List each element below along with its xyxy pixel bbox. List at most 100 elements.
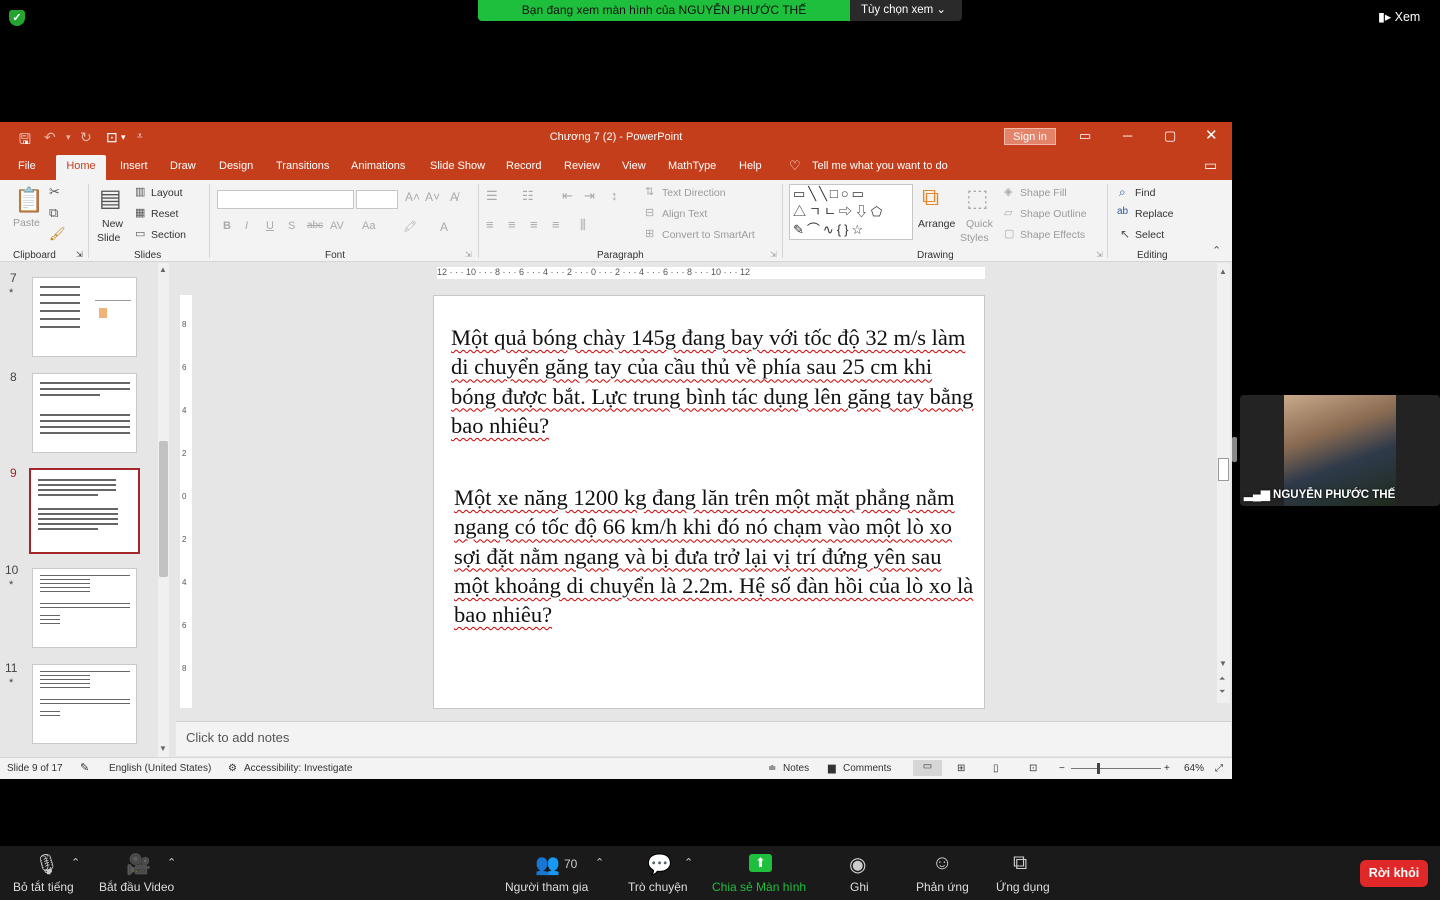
text-direction-button[interactable]: Text Direction bbox=[662, 187, 726, 199]
chat-icon[interactable]: 💬 bbox=[647, 852, 672, 877]
slide-thumbnail-10[interactable] bbox=[32, 568, 137, 648]
spelling-icon[interactable]: ✎ bbox=[80, 761, 89, 774]
highlight-icon[interactable]: 🖍 bbox=[403, 220, 417, 233]
minimize-icon[interactable]: ─ bbox=[1123, 128, 1132, 143]
accessibility-status[interactable]: Accessibility: Investigate bbox=[244, 763, 352, 774]
dialog-launcher-icon[interactable]: ⇲ bbox=[76, 250, 83, 259]
paste-icon[interactable]: 📋 bbox=[14, 186, 44, 215]
decrease-font-icon[interactable]: A˅ bbox=[425, 190, 440, 204]
slide-vertical-scrollbar[interactable]: ▲ ▼ ⏶ ⏷ bbox=[1217, 263, 1230, 703]
select-button[interactable]: Select bbox=[1135, 229, 1164, 241]
previous-slide-icon[interactable]: ⏶ bbox=[1219, 674, 1225, 684]
video-off-icon[interactable]: 🎥 bbox=[126, 852, 151, 877]
character-spacing-icon[interactable]: AV bbox=[330, 220, 344, 232]
numbering-icon[interactable]: ☷ bbox=[522, 188, 534, 204]
reactions-icon[interactable]: ☺ bbox=[932, 852, 952, 875]
columns-icon[interactable]: ⫼ bbox=[580, 217, 586, 233]
view-button[interactable]: ▮▸ Xem bbox=[1378, 9, 1420, 24]
tab-slide-show[interactable]: Slide Show bbox=[430, 160, 485, 172]
paragraph-dialog-launcher-icon[interactable]: ⇲ bbox=[770, 250, 777, 259]
change-case-icon[interactable]: Aa bbox=[362, 220, 375, 232]
ribbon-display-icon[interactable]: ▭ bbox=[1079, 128, 1091, 144]
italic-icon[interactable]: I bbox=[245, 220, 248, 232]
participants-icon[interactable]: 👥 bbox=[535, 852, 560, 877]
bullets-icon[interactable]: ☰ bbox=[486, 188, 498, 204]
chevron-up-icon[interactable]: ⌃ bbox=[71, 856, 80, 869]
scroll-thumb[interactable] bbox=[1218, 458, 1229, 481]
copy-icon[interactable]: ⧉ bbox=[49, 205, 58, 221]
scroll-down-icon[interactable]: ▼ bbox=[1219, 659, 1227, 668]
thumbnails-scrollbar[interactable]: ▲ ▼ bbox=[158, 263, 169, 757]
shapes-gallery[interactable]: ▭╲╲□○▭ △ㄱㄴ⇨⇩⬠ ✎⌒∿{}☆ bbox=[789, 184, 913, 240]
align-left-icon[interactable]: ≡ bbox=[486, 217, 494, 232]
microphone-muted-icon[interactable]: 🎙 bbox=[34, 852, 59, 877]
tab-transitions[interactable]: Transitions bbox=[276, 160, 329, 172]
increase-indent-icon[interactable]: ⇥ bbox=[584, 188, 595, 204]
tab-design[interactable]: Design bbox=[219, 160, 253, 172]
strikethrough-icon[interactable]: abc bbox=[307, 220, 323, 231]
new-slide-label-2[interactable]: Slide bbox=[97, 232, 120, 244]
zoom-slider[interactable] bbox=[1071, 768, 1161, 769]
notes-button[interactable]: Notes bbox=[783, 763, 809, 774]
chevron-up-icon[interactable]: ⌃ bbox=[167, 856, 176, 869]
apps-label[interactable]: Ứng dụng bbox=[996, 880, 1050, 894]
share-screen-icon[interactable]: ⬆ bbox=[749, 854, 772, 872]
comments-button[interactable]: Comments bbox=[843, 763, 891, 774]
new-slide-icon[interactable]: ▤ bbox=[99, 184, 122, 213]
video-label[interactable]: Bắt đầu Video bbox=[99, 880, 174, 894]
quick-styles-label-2[interactable]: Styles bbox=[960, 232, 989, 244]
tab-draw[interactable]: Draw bbox=[170, 160, 196, 172]
align-text-button[interactable]: Align Text bbox=[662, 208, 707, 220]
arrange-icon[interactable]: ⧉ bbox=[922, 184, 939, 212]
slide-show-icon[interactable]: ⊡ bbox=[1029, 763, 1037, 774]
tab-record[interactable]: Record bbox=[506, 160, 541, 172]
question-1-text[interactable]: Một quả bóng chày 145g đang bay với tốc … bbox=[451, 323, 976, 440]
maximize-icon[interactable]: ▢ bbox=[1164, 128, 1176, 144]
tab-view[interactable]: View bbox=[622, 160, 646, 172]
align-right-icon[interactable]: ≡ bbox=[530, 217, 538, 232]
zoom-slider-thumb[interactable] bbox=[1097, 763, 1100, 774]
quick-styles-label[interactable]: Quick bbox=[966, 218, 993, 230]
underline-icon[interactable]: U bbox=[266, 220, 274, 232]
shadow-icon[interactable]: S bbox=[288, 220, 295, 232]
tab-mathtype[interactable]: MathType bbox=[668, 160, 716, 172]
bold-icon[interactable]: B bbox=[223, 220, 231, 232]
language-indicator[interactable]: English (United States) bbox=[109, 763, 211, 774]
increase-font-icon[interactable]: A˄ bbox=[405, 190, 420, 204]
apps-icon[interactable]: ⧉ bbox=[1013, 852, 1027, 875]
view-options-dropdown[interactable]: Tùy chọn xem ⌄ bbox=[850, 0, 962, 21]
format-painter-icon[interactable]: 🖌 bbox=[49, 226, 66, 242]
panel-resize-handle[interactable] bbox=[1232, 437, 1237, 462]
normal-view-icon[interactable]: ▭ bbox=[913, 760, 942, 776]
quick-styles-icon[interactable]: ⬚ bbox=[966, 184, 989, 213]
close-icon[interactable]: ✕ bbox=[1205, 126, 1218, 144]
notes-pane[interactable]: Click to add notes bbox=[176, 721, 1231, 756]
zoom-in-icon[interactable]: + bbox=[1164, 763, 1170, 774]
sign-in-button[interactable]: Sign in bbox=[1004, 128, 1056, 145]
slide-sorter-icon[interactable]: ⊞ bbox=[957, 763, 965, 774]
font-size-combo[interactable] bbox=[356, 190, 398, 209]
tab-insert[interactable]: Insert bbox=[120, 160, 148, 172]
slide-thumbnail-8[interactable] bbox=[32, 373, 137, 453]
reading-view-icon[interactable]: ▯ bbox=[993, 763, 999, 774]
find-button[interactable]: Find bbox=[1135, 187, 1155, 199]
question-2-text[interactable]: Một xe năng 1200 kg đang lăn trên một mặ… bbox=[454, 483, 974, 629]
font-dialog-launcher-icon[interactable]: ⇲ bbox=[465, 250, 472, 259]
chevron-up-icon[interactable]: ⌃ bbox=[684, 856, 693, 869]
shape-effects-button[interactable]: Shape Effects bbox=[1020, 229, 1085, 241]
next-slide-icon[interactable]: ⏷ bbox=[1219, 687, 1225, 697]
participants-label[interactable]: Người tham gia bbox=[505, 880, 588, 894]
font-name-combo[interactable] bbox=[217, 190, 354, 209]
fit-to-window-icon[interactable]: ⤢ bbox=[1215, 763, 1223, 774]
security-shield-icon[interactable]: ✓ bbox=[9, 10, 25, 26]
convert-smartart-button[interactable]: Convert to SmartArt bbox=[662, 229, 755, 241]
mute-label[interactable]: Bỏ tắt tiếng bbox=[13, 880, 74, 894]
participant-video-tile[interactable]: ▂▄▆ NGUYỄN PHƯỚC THẾ bbox=[1240, 395, 1440, 506]
record-label[interactable]: Ghi bbox=[850, 880, 869, 894]
cut-icon[interactable]: ✂ bbox=[49, 184, 60, 200]
layout-button[interactable]: Layout bbox=[151, 187, 183, 199]
scroll-thumb[interactable] bbox=[159, 441, 168, 577]
reactions-label[interactable]: Phản ứng bbox=[916, 880, 969, 894]
paste-label[interactable]: Paste bbox=[13, 217, 40, 229]
tab-animations[interactable]: Animations bbox=[351, 160, 405, 172]
